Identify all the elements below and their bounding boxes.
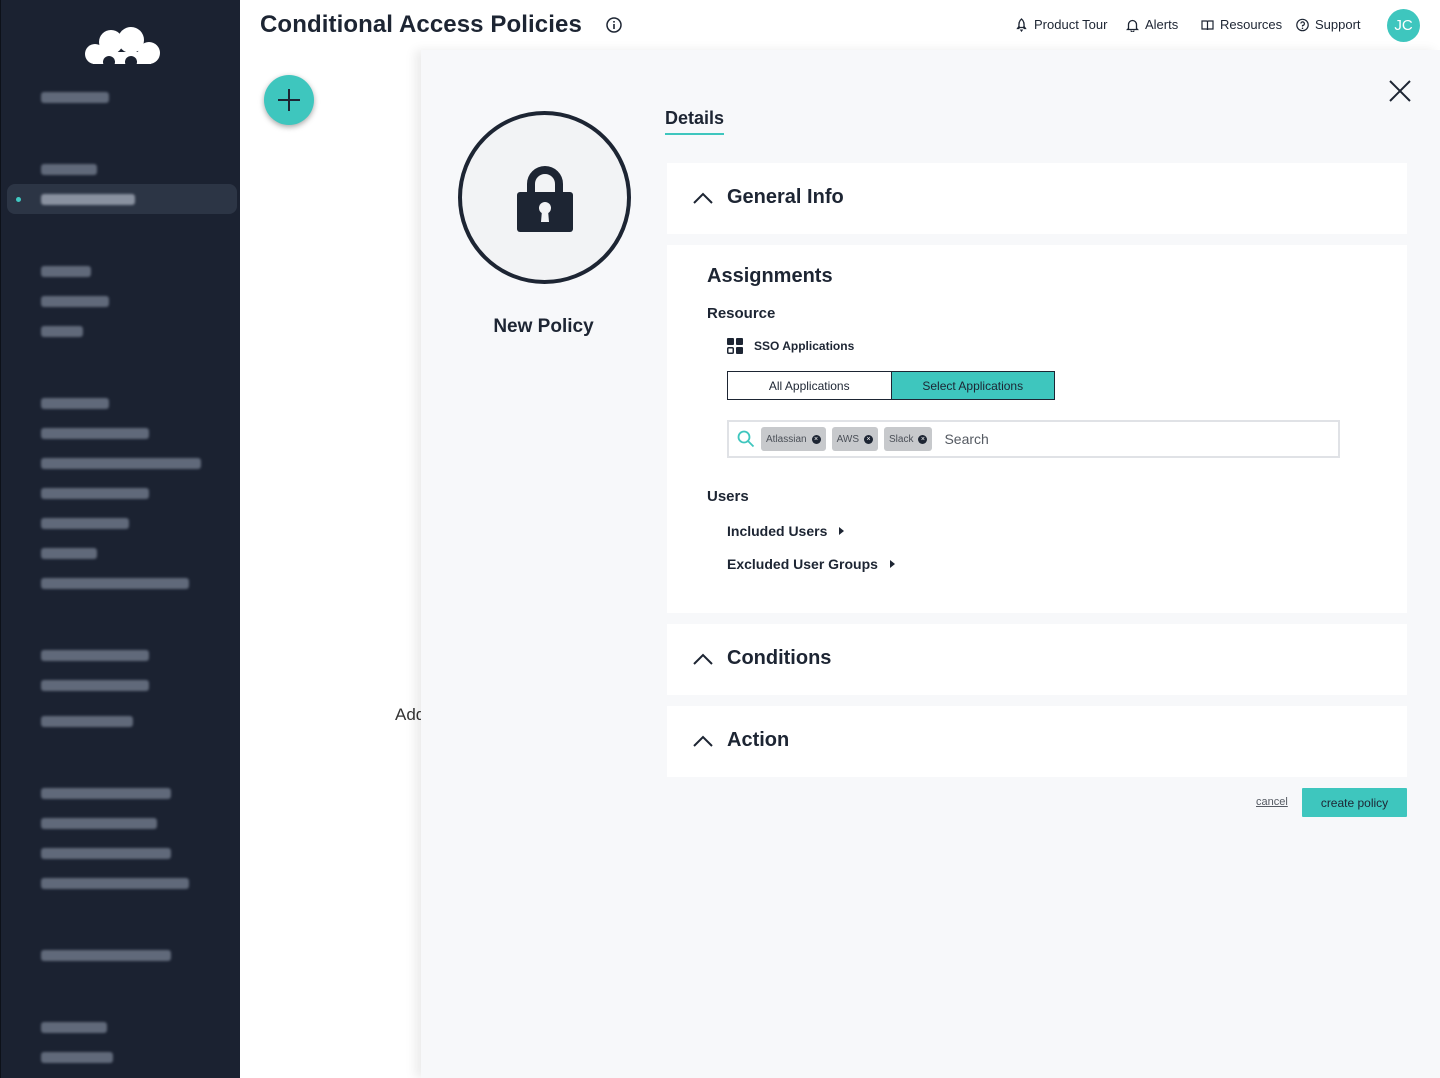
chevron-up-icon	[693, 735, 713, 747]
nav-label: Product Tour	[1034, 17, 1108, 32]
search-icon	[737, 430, 755, 448]
sidebar-item[interactable]	[41, 296, 109, 307]
action-section: Action	[667, 706, 1407, 777]
sidebar-item[interactable]	[41, 1052, 113, 1063]
sidebar-item[interactable]	[41, 950, 171, 961]
chevron-up-icon	[693, 653, 713, 665]
app-chip: Atlassian ×	[761, 427, 826, 451]
sidebar	[0, 0, 240, 1078]
app-chip: AWS ×	[831, 427, 878, 451]
tab-details[interactable]: Details	[665, 108, 725, 135]
lock-icon	[516, 165, 573, 232]
policy-avatar	[458, 111, 631, 284]
page-title: Conditional Access Policies	[260, 11, 582, 38]
chip-label: AWS	[836, 433, 859, 445]
help-circle-icon	[1296, 18, 1309, 31]
add-policy-button[interactable]	[264, 75, 314, 125]
policy-name: New Policy	[493, 316, 594, 337]
remove-chip-icon[interactable]: ×	[864, 434, 873, 444]
sidebar-item[interactable]	[41, 194, 135, 205]
remove-chip-icon[interactable]: ×	[811, 434, 821, 444]
sidebar-item[interactable]	[41, 878, 189, 889]
conditions-header[interactable]: Conditions	[693, 647, 831, 670]
sidebar-item[interactable]	[41, 518, 129, 529]
all-applications-option[interactable]: All Applications	[728, 372, 892, 399]
conditions-section: Conditions	[667, 624, 1407, 695]
general-info-header[interactable]: General Info	[693, 186, 844, 209]
link-label: Excluded User Groups	[727, 556, 878, 572]
excluded-user-groups-link[interactable]: Excluded User Groups	[727, 556, 895, 572]
chip-label: Slack	[889, 433, 914, 445]
nav-support[interactable]: Support	[1296, 17, 1361, 32]
bell-icon	[1126, 19, 1139, 32]
app-chip: Slack ×	[884, 427, 933, 451]
plus-icon	[278, 89, 300, 111]
close-icon[interactable]	[1387, 78, 1413, 104]
rocket-icon	[1016, 17, 1027, 32]
application-search: Atlassian × AWS × Slack ×	[727, 420, 1340, 458]
sidebar-item[interactable]	[41, 548, 97, 559]
sidebar-item[interactable]	[41, 1022, 107, 1033]
create-policy-button[interactable]: create policy	[1302, 788, 1407, 817]
link-label: Included Users	[727, 523, 828, 539]
nav-alerts[interactable]: Alerts	[1126, 17, 1178, 32]
sidebar-item[interactable]	[41, 716, 133, 727]
sidebar-item[interactable]	[41, 398, 109, 409]
sidebar-item[interactable]	[41, 326, 83, 337]
avatar[interactable]: JC	[1387, 9, 1420, 42]
sidebar-item[interactable]	[41, 680, 149, 691]
sso-applications-row: SSO Applications	[727, 338, 854, 354]
cancel-button[interactable]: cancel	[1256, 796, 1288, 808]
sidebar-item[interactable]	[41, 164, 97, 175]
included-users-link[interactable]: Included Users	[727, 523, 845, 539]
sidebar-item[interactable]	[41, 818, 157, 829]
nav-label: Resources	[1220, 17, 1283, 32]
nav-product-tour[interactable]: Product Tour	[1015, 17, 1107, 32]
sidebar-item[interactable]	[41, 788, 171, 799]
active-indicator	[16, 197, 21, 202]
sidebar-item[interactable]	[41, 458, 201, 469]
select-applications-option[interactable]: Select Applications	[891, 372, 1054, 399]
chip-label: Atlassian	[766, 433, 807, 445]
sso-label: SSO Applications	[754, 339, 855, 353]
grid-icon	[727, 338, 743, 354]
assignments-section: Assignments Resource SSO Applications Al…	[667, 245, 1407, 613]
sidebar-item[interactable]	[41, 428, 149, 439]
search-input[interactable]	[944, 431, 1305, 447]
assignments-title: Assignments	[707, 265, 833, 287]
sidebar-item[interactable]	[41, 650, 149, 661]
section-title: General Info	[727, 186, 844, 208]
sidebar-item[interactable]	[41, 848, 171, 859]
info-icon[interactable]	[606, 17, 622, 33]
users-label: Users	[707, 488, 749, 505]
book-icon	[1201, 19, 1214, 30]
section-title: Conditions	[727, 647, 832, 669]
sidebar-item[interactable]	[41, 488, 149, 499]
resource-label: Resource	[707, 305, 776, 322]
chevron-up-icon	[693, 192, 713, 204]
caret-right-icon	[839, 527, 845, 535]
logo-icon[interactable]	[79, 26, 165, 68]
nav-label: Support	[1315, 17, 1361, 32]
action-header[interactable]: Action	[693, 729, 789, 752]
sidebar-item[interactable]	[41, 92, 109, 103]
sidebar-item[interactable]	[41, 266, 91, 277]
nav-label: Alerts	[1145, 17, 1179, 32]
section-title: Action	[727, 729, 790, 751]
remove-chip-icon[interactable]: ×	[918, 434, 928, 444]
sidebar-item[interactable]	[41, 578, 189, 589]
nav-resources[interactable]: Resources	[1201, 17, 1282, 32]
caret-right-icon	[889, 560, 895, 568]
application-scope-toggle: All Applications Select Applications	[727, 371, 1055, 400]
general-info-section: General Info	[667, 163, 1407, 234]
new-policy-drawer: New Policy Details General Info Assignme…	[421, 50, 1440, 1078]
top-header: Conditional Access Policies Product Tour…	[240, 0, 1440, 50]
